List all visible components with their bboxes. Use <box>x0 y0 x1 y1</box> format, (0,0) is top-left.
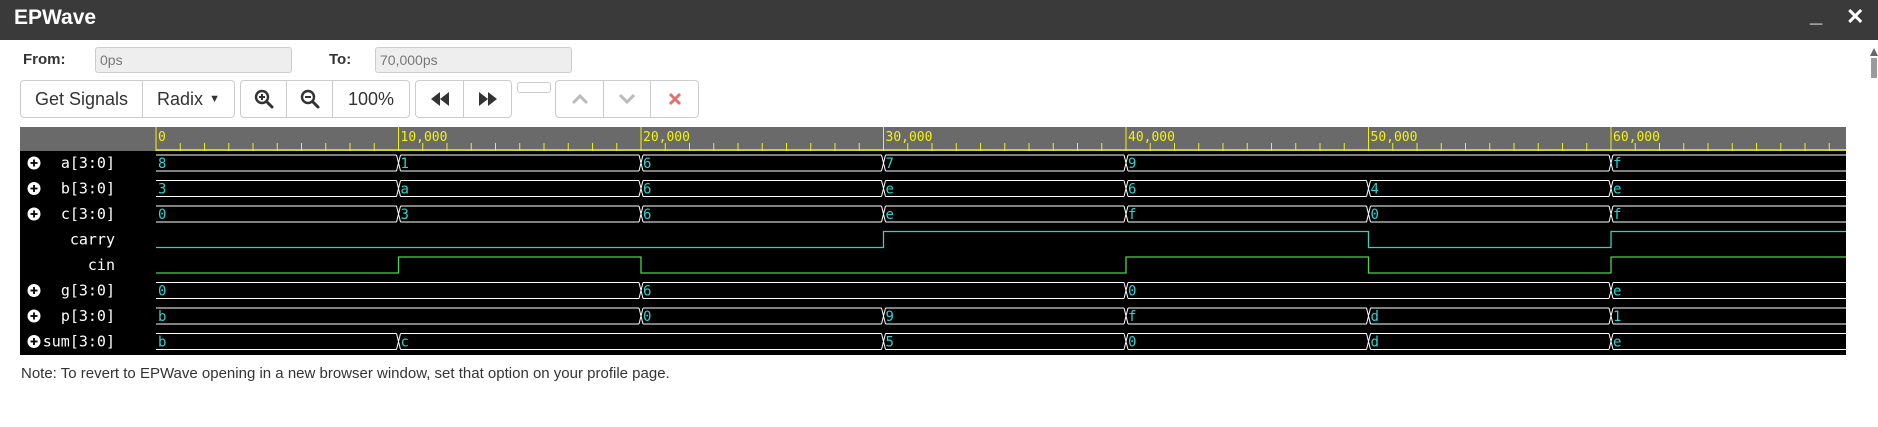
radix-dropdown[interactable]: Radix ▼ <box>143 81 234 117</box>
zoom-toolbar: 100% <box>240 80 410 118</box>
signals-toolbar: Get Signals Radix ▼ <box>20 80 235 118</box>
bus-value: 0 <box>158 284 166 300</box>
ruler-tick-label: 0 <box>158 130 166 145</box>
zoom-level[interactable]: 100% <box>333 81 409 117</box>
radix-label: Radix <box>157 88 204 109</box>
signal-name[interactable]: carry <box>70 231 115 249</box>
expand-signal-button[interactable] <box>27 156 41 170</box>
note-text: Note: To revert to EPWave opening in a n… <box>21 365 670 382</box>
bus-value: b <box>158 309 166 325</box>
signal-name[interactable]: p[3:0] <box>61 307 115 325</box>
bus-value: 7 <box>886 156 894 172</box>
ruler-tick-label: 10,000 <box>401 130 448 145</box>
bus-value: e <box>1613 182 1621 198</box>
signal-name[interactable]: g[3:0] <box>61 282 115 300</box>
signal-name[interactable]: cin <box>88 256 115 274</box>
move-up-button[interactable] <box>556 81 604 117</box>
bus-value: 1 <box>1613 309 1621 325</box>
bus-value: f <box>1613 156 1621 172</box>
bus-value: b <box>158 335 166 351</box>
bus-value: 4 <box>1371 182 1379 198</box>
expand-signal-button[interactable] <box>27 182 41 195</box>
waveform-viewer[interactable]: 0 10,000 20,000 30,000 40,000 50,000 60,000 a[… <box>20 127 1846 355</box>
bus-value: d <box>1371 309 1379 325</box>
bus-value: 0 <box>1371 207 1379 223</box>
to-field[interactable]: 70,000ps <box>375 47 572 73</box>
signal-name[interactable]: a[3:0] <box>61 154 115 172</box>
bus-value: 8 <box>158 156 166 172</box>
ruler-tick-label: 60,000 <box>1613 130 1660 145</box>
close-button[interactable]: ✕ <box>1846 4 1864 30</box>
empty-indicator <box>517 82 551 93</box>
rewind-button[interactable] <box>416 81 464 117</box>
title-bar: EPWave _ ✕ <box>0 0 1878 40</box>
bus-value: e <box>1613 335 1621 351</box>
edit-toolbar <box>555 80 699 118</box>
bus-value: f <box>1613 207 1621 223</box>
window-title: EPWave <box>14 6 97 29</box>
bus-value: e <box>886 182 894 198</box>
expand-signal-button[interactable] <box>27 335 41 348</box>
bus-value: 0 <box>158 207 166 223</box>
zoom-out-button[interactable] <box>287 81 333 117</box>
signal-name[interactable]: sum[3:0] <box>43 333 115 351</box>
ruler-corner <box>20 127 153 151</box>
chevron-down-icon <box>618 93 636 105</box>
bus-value: 6 <box>643 182 651 198</box>
bus-value: 0 <box>1128 284 1136 300</box>
bus-value: 9 <box>1128 156 1136 172</box>
fast-forward-icon <box>478 92 497 106</box>
bus-value: 9 <box>886 309 894 325</box>
bus-value: e <box>1613 284 1621 300</box>
bus-value: 3 <box>401 207 409 223</box>
ruler-tick-label: 50,000 <box>1371 130 1418 145</box>
bus-value: 6 <box>643 284 651 300</box>
ruler-tick-label: 20,000 <box>643 130 690 145</box>
get-signals-button[interactable]: Get Signals <box>21 81 143 117</box>
bus-value: a <box>401 182 409 198</box>
zoom-in-button[interactable] <box>241 81 287 117</box>
caret-down-icon: ▼ <box>209 93 220 105</box>
ruler-tick-label: 30,000 <box>886 130 933 145</box>
bus-value: 3 <box>158 182 166 198</box>
bus-value: c <box>401 335 409 351</box>
bus-value: f <box>1128 309 1136 325</box>
bus-value: 6 <box>1128 182 1136 198</box>
from-field[interactable]: 0ps <box>95 47 292 73</box>
remove-signal-button[interactable] <box>651 81 698 117</box>
from-label: From: <box>23 51 66 68</box>
close-icon <box>668 92 681 106</box>
bus-value: 6 <box>643 207 651 223</box>
bus-value: 0 <box>1128 335 1136 351</box>
bus-value: 1 <box>401 156 409 172</box>
zoom-in-icon <box>254 89 273 109</box>
fast-forward-button[interactable] <box>464 81 511 117</box>
bus-value: 6 <box>643 156 651 172</box>
scrollbar[interactable] <box>1870 48 1878 78</box>
zoom-out-icon <box>300 89 319 109</box>
bus-value: 0 <box>643 309 651 325</box>
rewind-icon <box>430 92 449 106</box>
move-down-button[interactable] <box>604 81 651 117</box>
to-label: To: <box>329 51 352 68</box>
chevron-up-icon <box>571 93 588 105</box>
bus-value: f <box>1128 207 1136 223</box>
bus-value: 5 <box>886 335 894 351</box>
navigate-toolbar <box>415 80 512 118</box>
expand-signal-button[interactable] <box>27 284 41 297</box>
minimize-button[interactable]: _ <box>1810 2 1822 28</box>
signal-name[interactable]: c[3:0] <box>61 205 115 223</box>
expand-signal-button[interactable] <box>27 309 41 323</box>
signal-name[interactable]: b[3:0] <box>61 180 115 198</box>
ruler-tick-label: 40,000 <box>1128 130 1175 145</box>
expand-signal-button[interactable] <box>27 207 41 221</box>
waveform-background <box>20 127 1846 355</box>
bus-value: d <box>1371 335 1379 351</box>
bus-value: e <box>886 207 894 223</box>
